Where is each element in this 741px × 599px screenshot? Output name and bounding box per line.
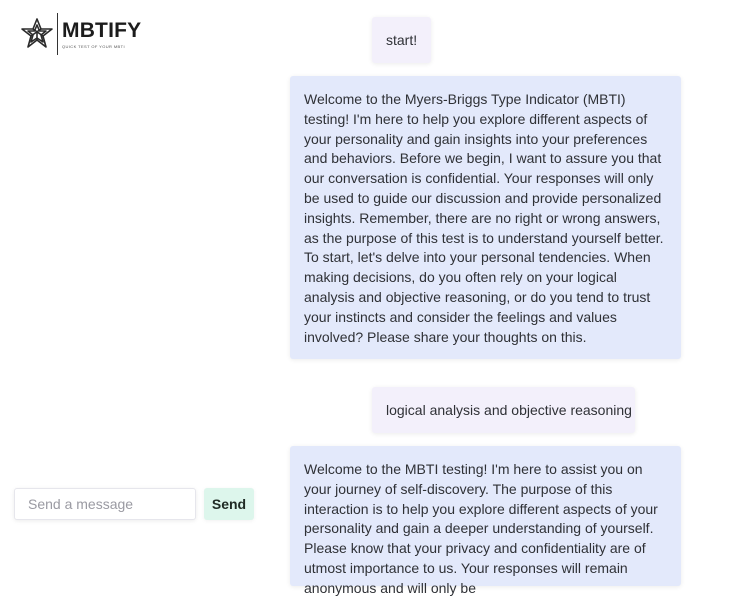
send-button[interactable]: Send (204, 488, 254, 520)
logo-text: MBTIFY QUICK TEST OF YOUR MBTI (62, 18, 142, 49)
app-tagline: QUICK TEST OF YOUR MBTI (62, 43, 125, 49)
user-message: logical analysis and objective reasoning (372, 387, 635, 433)
user-message: start! (372, 17, 431, 63)
brand-logo: MBTIFY QUICK TEST OF YOUR MBTI (20, 13, 141, 55)
app-title: MBTIFY (62, 18, 142, 42)
message-input[interactable] (14, 488, 196, 520)
logo-divider (57, 13, 58, 55)
star-knot-icon (21, 18, 53, 48)
assistant-message: Welcome to the MBTI testing! I'm here to… (290, 446, 681, 596)
message-composer: Send (14, 488, 254, 520)
assistant-message: Welcome to the Myers-Briggs Type Indicat… (290, 76, 681, 359)
